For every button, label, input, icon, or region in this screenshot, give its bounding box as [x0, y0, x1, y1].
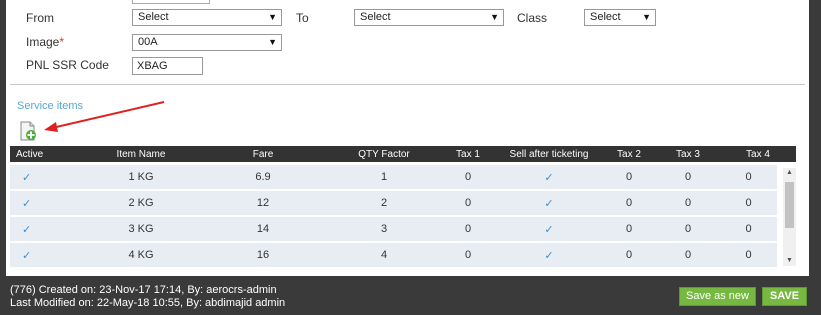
modified-info: Last Modified on: 22-May-18 10:55, By: a…: [10, 297, 286, 309]
tax-3-cell: 0: [656, 268, 720, 269]
tax-3-cell: 0: [656, 242, 720, 269]
qty-factor-cell: 2: [328, 190, 440, 217]
top-input-stub[interactable]: [132, 0, 210, 4]
active-check-icon: ✓: [10, 216, 84, 243]
scrollbar-thumb[interactable]: [785, 182, 794, 228]
tax-1-cell: 0: [440, 190, 496, 217]
table-row[interactable]: ✓5 KG1850✓000: [10, 268, 777, 269]
table-row[interactable]: ✓ 4 KG 16 4 0 ✓ 0 0 0: [10, 242, 777, 269]
scrollbar[interactable]: ▲ ▼: [783, 168, 796, 266]
tax-2-cell: 0: [602, 268, 656, 269]
column-header-tax-1[interactable]: Tax 1: [440, 146, 496, 162]
item-name-cell: 4 KG: [84, 242, 198, 269]
sell-after-ticketing-check-icon: ✓: [496, 242, 602, 269]
active-check-icon: ✓: [10, 190, 84, 217]
chevron-down-icon: ▼: [642, 12, 651, 22]
tax-4-cell: 0: [720, 242, 777, 269]
service-items-header: Active Item Name Fare QTY Factor Tax 1 S…: [10, 146, 796, 162]
to-select[interactable]: Select ▼: [354, 9, 504, 26]
image-label: Image*: [26, 35, 65, 49]
service-items-list: ✓ 1 KG 6.9 1 0 ✓ 0 0 0 ✓ 2 KG 12 2 0 ✓ 0 0 0 ✓ 3 KG 14 3 0 ✓ 0 0 0…: [10, 165, 797, 269]
pnl-ssr-code-label: PNL SSR Code: [26, 58, 109, 72]
active-check-icon: ✓: [10, 242, 84, 269]
fare-cell: 14: [198, 216, 328, 243]
record-info: (776) Created on: 23-Nov-17 17:14, By: a…: [10, 284, 285, 310]
save-button[interactable]: SAVE: [762, 287, 807, 306]
chevron-down-icon: ▼: [268, 12, 277, 22]
item-name-cell: 1 KG: [84, 165, 198, 191]
table-row[interactable]: ✓ 3 KG 14 3 0 ✓ 0 0 0: [10, 216, 777, 243]
column-header-fare[interactable]: Fare: [198, 146, 328, 162]
sell-after-ticketing-check-icon: ✓: [496, 190, 602, 217]
from-label: From: [26, 11, 54, 25]
column-header-qty-factor[interactable]: QTY Factor: [328, 146, 440, 162]
image-select[interactable]: 00A ▼: [132, 34, 282, 51]
qty-factor-cell: 5: [328, 268, 440, 269]
tax-2-cell: 0: [602, 165, 656, 191]
add-document-icon[interactable]: [18, 121, 38, 141]
sell-after-ticketing-check-icon: ✓: [496, 165, 602, 191]
tax-3-cell: 0: [656, 190, 720, 217]
column-header-sell-after-ticketing[interactable]: Sell after ticketing: [496, 146, 602, 162]
save-as-new-button[interactable]: Save as new: [679, 287, 756, 306]
tax-3-cell: 0: [656, 165, 720, 191]
scroll-up-icon[interactable]: ▲: [783, 168, 796, 178]
qty-factor-cell: 3: [328, 216, 440, 243]
tax-1-cell: 0: [440, 165, 496, 191]
tax-2-cell: 0: [602, 190, 656, 217]
tax-2-cell: 0: [602, 242, 656, 269]
column-header-active[interactable]: Active: [10, 146, 84, 162]
divider: [10, 84, 805, 85]
tax-3-cell: 0: [656, 216, 720, 243]
chevron-down-icon: ▼: [490, 12, 499, 22]
table-row[interactable]: ✓ 2 KG 12 2 0 ✓ 0 0 0: [10, 190, 777, 217]
fare-cell: 6.9: [198, 165, 328, 191]
fare-cell: 18: [198, 268, 328, 269]
class-select[interactable]: Select ▼: [584, 9, 656, 26]
from-select[interactable]: Select ▼: [132, 9, 282, 26]
qty-factor-cell: 1: [328, 165, 440, 191]
qty-factor-cell: 4: [328, 242, 440, 269]
tax-1-cell: 0: [440, 242, 496, 269]
to-label: To: [296, 11, 309, 25]
scroll-down-icon[interactable]: ▼: [783, 256, 796, 266]
fare-cell: 16: [198, 242, 328, 269]
class-label: Class: [517, 11, 548, 25]
sell-after-ticketing-check-icon: ✓: [496, 216, 602, 243]
sell-after-ticketing-check-icon: ✓: [496, 268, 602, 269]
tax-1-cell: 0: [440, 216, 496, 243]
required-marker: *: [59, 35, 65, 49]
chevron-down-icon: ▼: [268, 37, 277, 47]
item-name-cell: 2 KG: [84, 190, 198, 217]
item-name-cell: 3 KG: [84, 216, 198, 243]
column-header-item-name[interactable]: Item Name: [84, 146, 198, 162]
pnl-ssr-code-input[interactable]: XBAG: [132, 57, 203, 75]
form-panel: From Select ▼ To Select ▼ Class Select ▼ Im…: [6, 0, 809, 276]
created-info: (776) Created on: 23-Nov-17 17:14, By: a…: [10, 284, 277, 296]
section-title: Service items: [17, 100, 84, 112]
column-header-tax-2[interactable]: Tax 2: [602, 146, 656, 162]
tax-4-cell: 0: [720, 268, 777, 269]
table-row[interactable]: ✓ 1 KG 6.9 1 0 ✓ 0 0 0: [10, 165, 777, 191]
column-header-tax-3[interactable]: Tax 3: [656, 146, 720, 162]
item-name-cell: 5 KG: [84, 268, 198, 269]
tax-4-cell: 0: [720, 190, 777, 217]
column-header-tax-4[interactable]: Tax 4: [720, 146, 796, 162]
fare-cell: 12: [198, 190, 328, 217]
tax-4-cell: 0: [720, 165, 777, 191]
tax-2-cell: 0: [602, 216, 656, 243]
active-check-icon: ✓: [10, 268, 84, 269]
tax-4-cell: 0: [720, 216, 777, 243]
tax-1-cell: 0: [440, 268, 496, 269]
active-check-icon: ✓: [10, 165, 84, 191]
